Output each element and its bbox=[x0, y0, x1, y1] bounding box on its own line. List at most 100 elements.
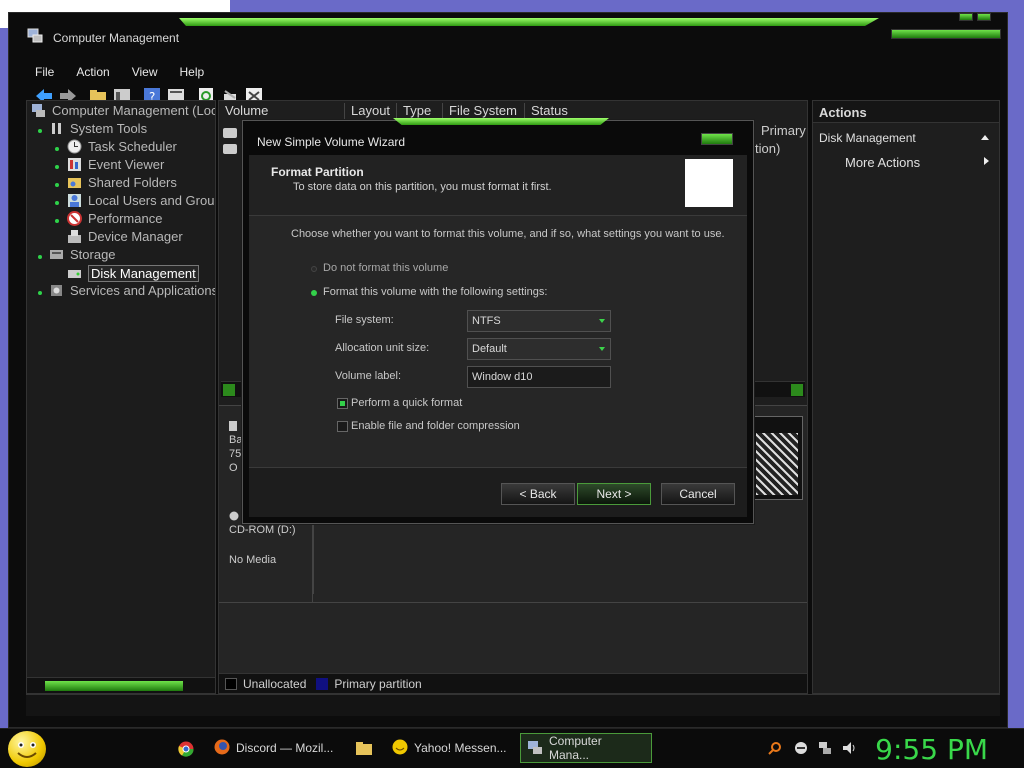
tree-system-tools[interactable]: System Tools bbox=[49, 121, 147, 136]
expand-bullet[interactable] bbox=[38, 129, 42, 133]
computer-management-icon bbox=[527, 739, 543, 758]
expand-bullet[interactable] bbox=[55, 183, 59, 187]
allocation-unit-value: Default bbox=[472, 343, 507, 355]
expand-bullet[interactable] bbox=[55, 147, 59, 151]
expand-bullet[interactable] bbox=[38, 255, 42, 259]
radio-format[interactable] bbox=[311, 290, 317, 296]
tree-local-users-label: Local Users and Grou bbox=[88, 193, 215, 208]
submenu-arrow-icon bbox=[984, 157, 989, 165]
no-format-label[interactable]: Do not format this volume bbox=[323, 262, 448, 274]
wizard-footer: < Back Next > Cancel bbox=[249, 467, 747, 517]
firefox-icon bbox=[214, 739, 230, 758]
task-computer-management[interactable]: Computer Mana... bbox=[520, 733, 652, 763]
tree-storage-label: Storage bbox=[70, 247, 116, 262]
dialog-close-button[interactable] bbox=[701, 133, 733, 145]
tree-shared-folders-label: Shared Folders bbox=[88, 175, 177, 190]
action-disk-management[interactable]: Disk Management bbox=[819, 131, 916, 145]
window-title: Computer Management bbox=[53, 31, 180, 45]
tree-services[interactable]: Services and Applications bbox=[49, 283, 216, 298]
menu-bar: File Action View Help bbox=[35, 65, 204, 83]
speaker-icon[interactable] bbox=[842, 741, 856, 755]
clock[interactable]: 9:55 PM bbox=[875, 733, 988, 766]
tree-local-users[interactable]: Local Users and Grou bbox=[67, 193, 214, 208]
disk-icon bbox=[67, 266, 82, 281]
format-label[interactable]: Format this volume with the following se… bbox=[323, 286, 547, 298]
wizard-page-subtitle: To store data on this partition, you mus… bbox=[293, 181, 552, 193]
console-tree: Computer Management (Loc System Tools Ta… bbox=[26, 100, 216, 694]
quick-format-label[interactable]: Perform a quick format bbox=[351, 397, 462, 409]
wizard-header-image bbox=[685, 159, 733, 207]
window-controls-bar[interactable] bbox=[891, 29, 1001, 39]
chevron-down-icon bbox=[599, 347, 605, 351]
tree-system-tools-label: System Tools bbox=[70, 121, 148, 136]
radio-no-format[interactable] bbox=[311, 266, 317, 272]
expand-bullet[interactable] bbox=[55, 165, 59, 169]
tree-services-label: Services and Applications bbox=[70, 283, 216, 298]
tree-performance[interactable]: Performance bbox=[67, 211, 162, 226]
task-yahoo-label: Yahoo! Messen... bbox=[414, 741, 507, 755]
expand-bullet[interactable] bbox=[55, 219, 59, 223]
expand-bullet[interactable] bbox=[38, 291, 42, 295]
tools-icon bbox=[49, 121, 64, 136]
unallocated-swatch bbox=[225, 677, 237, 690]
clock-icon bbox=[67, 139, 82, 154]
compression-checkbox[interactable] bbox=[337, 421, 348, 432]
tree-root[interactable]: Computer Management (Loc bbox=[31, 103, 215, 118]
start-button-smiley-icon[interactable] bbox=[8, 731, 46, 767]
tree-disk-management-label: Disk Management bbox=[88, 265, 199, 282]
task-yahoo[interactable]: Yahoo! Messen... bbox=[386, 733, 516, 763]
minus-icon[interactable] bbox=[794, 741, 808, 755]
tree-disk-management[interactable]: Disk Management bbox=[67, 265, 199, 282]
actions-pane: Actions Disk Management More Actions bbox=[812, 100, 1000, 694]
menu-help[interactable]: Help bbox=[180, 65, 205, 83]
unallocated-hatch bbox=[756, 433, 798, 495]
network-icon[interactable] bbox=[818, 741, 832, 755]
scroll-right-button[interactable] bbox=[791, 384, 803, 396]
unallocated-block[interactable] bbox=[751, 416, 803, 500]
tree-task-scheduler[interactable]: Task Scheduler bbox=[67, 139, 177, 154]
legend-primary: Primary partition bbox=[334, 676, 422, 691]
menu-action[interactable]: Action bbox=[76, 65, 109, 83]
task-computer-management-label: Computer Mana... bbox=[549, 734, 602, 762]
cancel-button[interactable]: Cancel bbox=[661, 483, 735, 505]
chrome-icon[interactable] bbox=[178, 741, 194, 762]
compression-label[interactable]: Enable file and folder compression bbox=[351, 420, 520, 432]
performance-icon bbox=[67, 211, 82, 226]
tree-event-viewer-label: Event Viewer bbox=[88, 157, 165, 172]
primary-swatch bbox=[316, 677, 329, 690]
title-green-bar bbox=[179, 18, 879, 26]
expand-bullet[interactable] bbox=[55, 201, 59, 205]
instruction-text: Choose whether you want to format this v… bbox=[291, 228, 725, 240]
search-icon[interactable] bbox=[768, 741, 782, 755]
disk-status-partial: O bbox=[229, 462, 238, 474]
new-simple-volume-wizard: New Simple Volume Wizard Format Partitio… bbox=[242, 118, 754, 524]
allocation-unit-label: Allocation unit size: bbox=[335, 342, 430, 354]
tree-event-viewer[interactable]: Event Viewer bbox=[67, 157, 164, 172]
menu-file[interactable]: File bbox=[35, 65, 54, 83]
computer-management-icon bbox=[27, 27, 43, 43]
scroll-left-button[interactable] bbox=[223, 384, 235, 396]
collapse-up-icon[interactable] bbox=[981, 135, 989, 140]
next-button[interactable]: Next > bbox=[577, 483, 651, 505]
action-more-actions[interactable]: More Actions bbox=[845, 155, 920, 170]
allocation-unit-select[interactable]: Default bbox=[467, 338, 611, 360]
volume-label-input[interactable]: Window d10 bbox=[467, 366, 611, 388]
tree-horizontal-scrollbar[interactable] bbox=[27, 677, 215, 693]
quick-format-checkbox[interactable] bbox=[337, 398, 348, 409]
chevron-down-icon bbox=[599, 319, 605, 323]
back-button[interactable]: < Back bbox=[501, 483, 575, 505]
tiny-maximize-button[interactable] bbox=[977, 13, 991, 21]
tree-shared-folders[interactable]: Shared Folders bbox=[67, 175, 177, 190]
disk-divider bbox=[219, 602, 807, 603]
task-discord[interactable]: Discord — Mozil... bbox=[208, 733, 340, 763]
tree-device-manager[interactable]: Device Manager bbox=[67, 229, 183, 244]
tree-storage[interactable]: Storage bbox=[49, 247, 116, 262]
tree-device-manager-label: Device Manager bbox=[88, 229, 183, 244]
file-system-value: NTFS bbox=[472, 315, 501, 327]
folder-taskbar-icon[interactable] bbox=[356, 741, 372, 760]
scrollbar-thumb[interactable] bbox=[45, 681, 183, 691]
file-system-select[interactable]: NTFS bbox=[467, 310, 611, 332]
tiny-minimize-button[interactable] bbox=[959, 13, 973, 21]
storage-icon bbox=[49, 247, 64, 262]
menu-view[interactable]: View bbox=[132, 65, 158, 83]
